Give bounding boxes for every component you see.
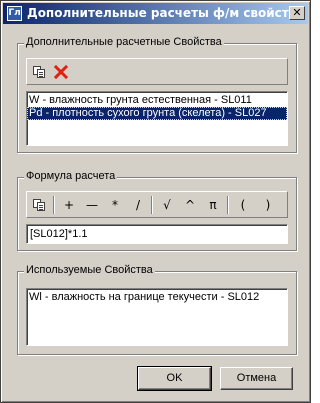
used-properties-list[interactable]: Wl - влажность на границе текучести - SL… [26,288,288,346]
toolbar-separator [151,196,153,214]
extra-properties-group: Дополнительные расчетные Свойства W - вл… [17,36,297,153]
ok-button[interactable]: OK [137,366,212,391]
divide-button[interactable]: / [129,196,147,214]
formula-toolbar: + — * / √ ^ π ( ) [26,191,288,218]
formula-input[interactable]: [SL012]*1.1 [26,224,288,244]
delete-icon [53,64,69,80]
formula-label: Формула расчета [24,170,118,182]
delete-button[interactable] [52,63,70,81]
multiply-button[interactable]: * [106,196,124,214]
power-button[interactable]: ^ [181,196,199,214]
title-bar[interactable]: Гл Дополнительные расчеты ф/м свойств ✕ [3,3,308,24]
plus-button[interactable]: + [60,196,78,214]
left-paren-button[interactable]: ( [234,196,252,214]
right-paren-button[interactable]: ) [259,196,277,214]
copy-icon [33,66,45,78]
dialog-window: Гл Дополнительные расчеты ф/м свойств ✕ … [0,0,311,403]
app-icon: Гл [7,6,22,21]
copy-icon [33,199,45,211]
used-properties-group: Используемые Свойства Wl - влажность на … [17,264,297,355]
list-item-selected[interactable]: Pd - плотность сухого грунта (скелета) -… [27,107,287,120]
list-item[interactable]: W - влажность грунта естественная - SL01… [27,94,287,107]
toolbar-separator [227,196,229,214]
sqrt-button[interactable]: √ [158,196,176,214]
pi-button[interactable]: π [204,196,222,214]
cancel-button[interactable]: Отмена [220,367,293,390]
formula-group: Формула расчета + — * / √ ^ π ( ) [SL012… [17,170,297,251]
window-title: Дополнительные расчеты ф/м свойств [27,6,297,20]
extra-properties-list[interactable]: W - влажность грунта естественная - SL01… [26,91,288,146]
close-icon: ✕ [292,6,302,19]
copy-button[interactable] [30,63,48,81]
close-button[interactable]: ✕ [289,6,305,20]
extra-properties-toolbar [26,58,288,85]
toolbar-separator [53,196,55,214]
minus-button[interactable]: — [83,196,101,214]
extra-properties-label: Дополнительные расчетные Свойства [24,36,224,48]
list-item[interactable]: Wl - влажность на границе текучести - SL… [27,291,287,304]
used-properties-label: Используемые Свойства [24,264,155,276]
copy-formula-button[interactable] [30,196,48,214]
